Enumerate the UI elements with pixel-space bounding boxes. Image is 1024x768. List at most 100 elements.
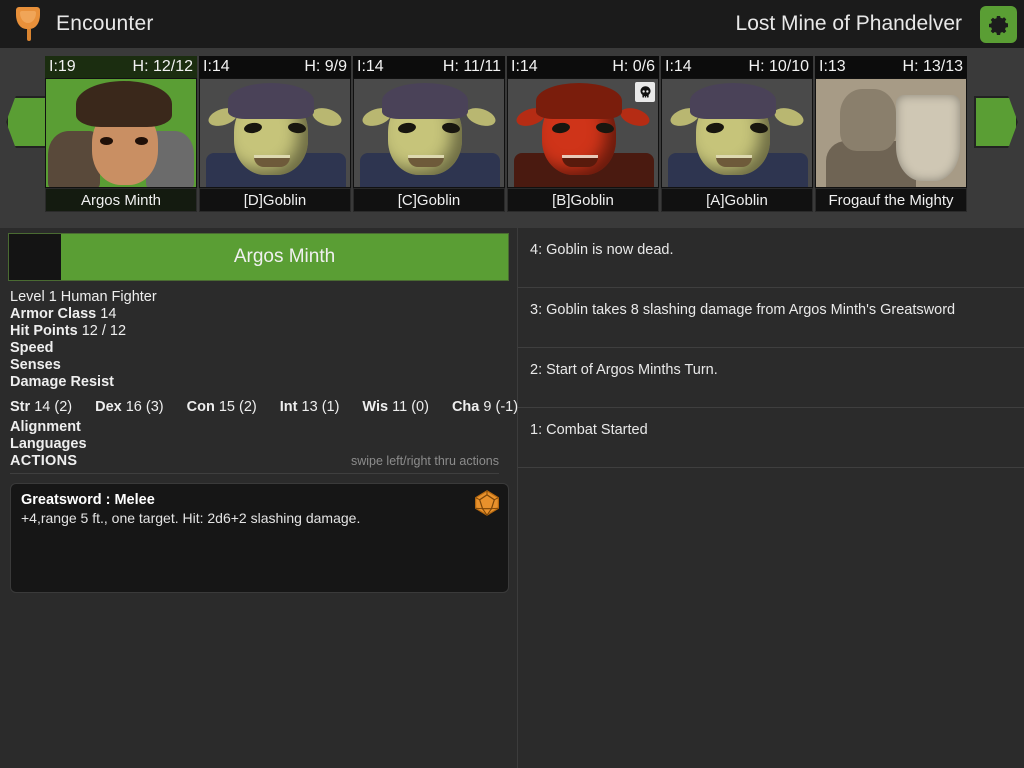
goblin-portrait-art	[354, 79, 504, 187]
combatant-name: Frogauf the Mighty	[815, 188, 967, 212]
initiative-value: I:14	[511, 58, 538, 75]
log-entry[interactable]: 4: Goblin is now dead.	[518, 228, 1024, 288]
alignment-row: Alignment	[10, 419, 507, 436]
combatant-stats: I:14 H: 0/6	[507, 56, 659, 78]
combatant-name: [A]Goblin	[661, 188, 813, 212]
combatant-card[interactable]: I:14 H: 9/9 [D]Goblin	[199, 56, 351, 212]
top-bar: Encounter Lost Mine of Phandelver	[0, 0, 1024, 48]
character-name: Argos Minth	[61, 234, 508, 280]
armor-class-label: Armor Class	[10, 306, 97, 322]
combatant-name: Argos Minth	[45, 188, 197, 212]
initiative-tracker: I:19 H: 12/12 Argos Minth I:14 H: 9/9 [D…	[0, 48, 1024, 228]
ability-name: Str	[10, 399, 31, 415]
ability-modifier: (2)	[54, 399, 73, 415]
ability-modifier: (-1)	[495, 399, 519, 415]
combatant-stats: I:13 H: 13/13	[815, 56, 967, 78]
log-entry[interactable]: 2: Start of Argos Minths Turn.	[518, 348, 1024, 408]
combatant-portrait[interactable]	[353, 78, 505, 188]
knight-portrait-art	[816, 79, 966, 187]
hit-points-value: 12 / 12	[81, 323, 127, 339]
previous-combatant-button[interactable]	[6, 96, 50, 148]
ability-modifier: (0)	[411, 399, 429, 415]
hitpoints-value: H: 13/13	[902, 58, 963, 75]
languages-row: Languages	[10, 436, 507, 453]
log-entry[interactable]: 3: Goblin takes 8 slashing damage from A…	[518, 288, 1024, 348]
settings-button[interactable]	[980, 6, 1017, 43]
combatant-portrait[interactable]	[199, 78, 351, 188]
languages-label: Languages	[10, 436, 87, 452]
hit-points-row: Hit Points 12 / 12	[10, 323, 507, 340]
hitpoints-value: H: 10/10	[748, 58, 809, 75]
ability-str: Str 14 (2)	[10, 399, 72, 416]
alignment-label: Alignment	[10, 419, 81, 435]
ability-name: Con	[186, 399, 215, 415]
ability-scores: Str 14 (2) Dex 16 (3) Con 15 (2) Int 13	[10, 399, 518, 416]
campaign-title: Lost Mine of Phandelver	[735, 12, 962, 35]
ability-modifier: (3)	[145, 399, 164, 415]
log-entry[interactable]: 1: Combat Started	[518, 408, 1024, 468]
main-content: Argos Minth Level 1 Human Fighter Armor …	[0, 228, 1024, 768]
ability-name: Dex	[95, 399, 122, 415]
combatant-portrait[interactable]	[661, 78, 813, 188]
speed-row: Speed	[10, 340, 507, 357]
d20-dice-icon[interactable]	[474, 490, 500, 516]
armor-class-row: Armor Class 14	[10, 306, 507, 323]
combatant-name: [D]Goblin	[199, 188, 351, 212]
ability-wis: Wis 11 (0)	[362, 399, 429, 416]
combatant-card[interactable]: I:14 H: 10/10 [A]Goblin	[661, 56, 813, 212]
hitpoints-value: H: 12/12	[132, 58, 193, 75]
combatant-stats: I:14 H: 11/11	[353, 56, 505, 78]
combat-log-pane: 4: Goblin is now dead. 3: Goblin takes 8…	[517, 228, 1024, 768]
damage-resist-row: Damage Resist	[10, 374, 507, 391]
combatant-card[interactable]: I:14 H: 11/11 [C]Goblin	[353, 56, 505, 212]
combatant-card[interactable]: I:14 H: 0/6 [B]Goblin	[507, 56, 659, 212]
avatar	[9, 234, 61, 280]
combatant-card[interactable]: I:13 H: 13/13 Frogauf the Mighty	[815, 56, 967, 212]
armor-class-value: 14	[100, 306, 117, 322]
initiative-value: I:13	[819, 58, 846, 75]
combatant-portrait[interactable]	[507, 78, 659, 188]
combatant-stats: I:19 H: 12/12	[45, 56, 197, 78]
combatant-portrait[interactable]	[815, 78, 967, 188]
combatant-name: [C]Goblin	[353, 188, 505, 212]
ability-score: 11	[392, 399, 408, 415]
ability-score: 9	[483, 399, 492, 415]
page-title: Encounter	[56, 12, 154, 35]
hit-points-label: Hit Points	[10, 323, 78, 339]
next-combatant-button[interactable]	[974, 96, 1018, 148]
action-card[interactable]: Greatsword : Melee +4,range 5 ft., one t…	[10, 483, 509, 593]
goblin-portrait-art	[200, 79, 350, 187]
hero-portrait-art	[46, 79, 196, 187]
character-sheet-pane: Argos Minth Level 1 Human Fighter Armor …	[0, 228, 518, 768]
action-title: Greatsword : Melee	[21, 492, 155, 508]
character-descriptor: Level 1 Human Fighter	[10, 289, 157, 305]
combatant-card[interactable]: I:19 H: 12/12 Argos Minth	[45, 56, 197, 212]
actions-header-row: ACTIONS swipe left/right thru actions	[10, 453, 499, 474]
combatant-name: [B]Goblin	[507, 188, 659, 212]
ability-score: 15	[218, 399, 235, 415]
initiative-value: I:14	[203, 58, 230, 75]
senses-row: Senses	[10, 357, 507, 374]
ability-con: Con 15 (2)	[187, 399, 257, 416]
ability-name: Wis	[362, 399, 389, 415]
speed-label: Speed	[10, 340, 54, 356]
actions-header: ACTIONS	[10, 453, 78, 469]
action-description: +4,range 5 ft., one target. Hit: 2d6+2 s…	[21, 510, 361, 526]
initiative-value: I:14	[357, 58, 384, 75]
ability-modifier: (2)	[239, 399, 257, 415]
character-stats: Level 1 Human Fighter Armor Class 14 Hit…	[0, 281, 518, 474]
dead-status-badge	[635, 82, 655, 102]
combatant-stats: I:14 H: 10/10	[661, 56, 813, 78]
ability-modifier: (1)	[321, 399, 340, 415]
ability-cha: Cha 9 (-1)	[452, 399, 518, 416]
damage-resist-label: Damage Resist	[10, 374, 114, 390]
hitpoints-value: H: 9/9	[304, 58, 347, 75]
initiative-value: I:14	[665, 58, 692, 75]
character-banner[interactable]: Argos Minth	[8, 233, 509, 281]
senses-label: Senses	[10, 357, 61, 373]
combatant-list: I:19 H: 12/12 Argos Minth I:14 H: 9/9 [D…	[45, 56, 967, 212]
swipe-hint: swipe left/right thru actions	[351, 454, 499, 468]
combatant-portrait[interactable]	[45, 78, 197, 188]
combatant-stats: I:14 H: 9/9	[199, 56, 351, 78]
initiative-value: I:19	[49, 58, 76, 75]
